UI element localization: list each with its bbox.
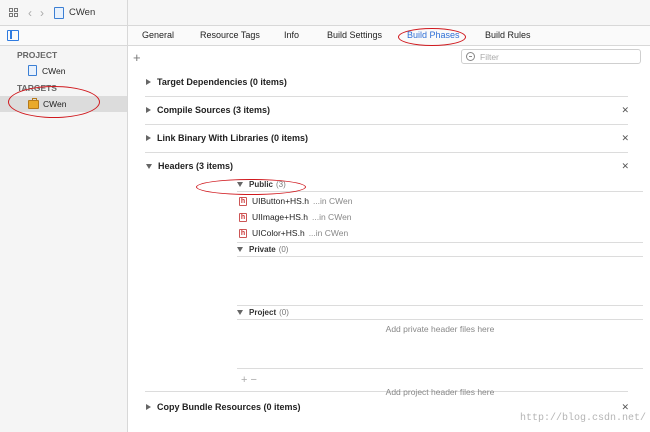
divider bbox=[237, 305, 643, 306]
header-file-row[interactable]: h UIColor+HS.h ...in CWen bbox=[239, 228, 348, 238]
build-phases-editor: + Filter Target Dependencies (0 items) C… bbox=[128, 46, 650, 432]
annotation-circle-target bbox=[8, 86, 100, 118]
filter-icon bbox=[466, 52, 475, 61]
delete-phase-icon[interactable]: ✕ bbox=[621, 402, 629, 413]
filter-field[interactable]: Filter bbox=[461, 49, 641, 64]
phase-target-dependencies: Target Dependencies (0 items) bbox=[145, 68, 628, 97]
tab-build-rules[interactable]: Build Rules bbox=[485, 30, 531, 40]
project-section-header: PROJECT bbox=[17, 50, 58, 60]
private-label: Private bbox=[249, 245, 276, 254]
watermark: http://blog.csdn.net/ bbox=[519, 413, 646, 424]
private-placeholder: Add private header files here bbox=[385, 324, 495, 334]
project-file-icon bbox=[28, 65, 37, 76]
project-file-icon bbox=[54, 6, 64, 19]
disclosure-down-icon[interactable] bbox=[237, 310, 243, 315]
disclosure-right-icon[interactable] bbox=[146, 135, 151, 141]
divider bbox=[237, 256, 643, 257]
header-file-row[interactable]: h UIButton+HS.h ...in CWen bbox=[239, 196, 352, 206]
tab-info[interactable]: Info bbox=[284, 30, 299, 40]
private-headers-header[interactable]: Private (0) bbox=[237, 245, 642, 254]
header-file-name: UIColor+HS.h bbox=[252, 228, 305, 238]
project-headers-group: Project (0) bbox=[237, 308, 642, 317]
phase-header[interactable]: Copy Bundle Resources (0 items) bbox=[146, 402, 301, 412]
forward-arrow-icon[interactable]: › bbox=[40, 6, 44, 20]
header-file-name: UIButton+HS.h bbox=[252, 196, 309, 206]
tab-build-settings[interactable]: Build Settings bbox=[327, 30, 382, 40]
phase-title: Compile Sources (3 items) bbox=[157, 105, 271, 115]
phase-link-binary: Link Binary With Libraries (0 items) ✕ bbox=[145, 125, 629, 153]
phase-title: Target Dependencies (0 items) bbox=[157, 77, 287, 87]
filter-placeholder: Filter bbox=[480, 51, 499, 62]
header-file-icon: h bbox=[239, 196, 247, 206]
divider bbox=[237, 368, 643, 369]
phase-compile-sources: Compile Sources (3 items) ✕ bbox=[145, 97, 629, 125]
private-count: (0) bbox=[278, 245, 289, 254]
delete-phase-icon[interactable]: ✕ bbox=[621, 133, 629, 144]
private-headers-group: Private (0) bbox=[237, 245, 642, 254]
sidebar-toggle-icon[interactable] bbox=[7, 30, 19, 41]
editor-tab-bar: General Resource Tags Info Build Setting… bbox=[0, 26, 650, 46]
project-item-cwen[interactable]: CWen bbox=[28, 65, 65, 76]
phase-header[interactable]: Link Binary With Libraries (0 items) bbox=[146, 133, 308, 143]
phase-title: Headers (3 items) bbox=[158, 161, 234, 171]
phase-title: Link Binary With Libraries (0 items) bbox=[157, 133, 308, 143]
delete-phase-icon[interactable]: ✕ bbox=[621, 105, 629, 116]
header-file-location: ...in CWen bbox=[308, 228, 349, 238]
annotation-circle-build-phases bbox=[398, 28, 466, 46]
tab-resource-tags[interactable]: Resource Tags bbox=[200, 30, 260, 40]
divider bbox=[237, 242, 643, 243]
header-file-location: ...in CWen bbox=[312, 212, 352, 222]
divider bbox=[237, 319, 643, 320]
header-file-icon: h bbox=[239, 228, 247, 238]
disclosure-right-icon[interactable] bbox=[146, 107, 151, 113]
delete-phase-icon[interactable]: ✕ bbox=[621, 161, 629, 172]
back-arrow-icon[interactable]: ‹ bbox=[28, 6, 32, 20]
project-label: Project bbox=[249, 308, 277, 317]
phase-header[interactable]: Headers (3 items) bbox=[146, 161, 233, 171]
disclosure-down-icon[interactable] bbox=[237, 247, 243, 252]
disclosure-down-icon[interactable] bbox=[146, 163, 152, 169]
phase-header[interactable]: Target Dependencies (0 items) bbox=[146, 77, 287, 87]
project-count: (0) bbox=[279, 308, 289, 317]
phase-header[interactable]: Compile Sources (3 items) bbox=[146, 105, 270, 115]
tab-general[interactable]: General bbox=[142, 30, 174, 40]
header-file-row[interactable]: h UIImage+HS.h ...in CWen bbox=[239, 212, 352, 222]
add-build-phase-button[interactable]: + bbox=[133, 50, 141, 65]
related-items-icon[interactable] bbox=[9, 8, 18, 17]
project-item-label: CWen bbox=[42, 65, 66, 76]
jump-bar: ‹ › CWen bbox=[0, 0, 650, 26]
project-headers-header[interactable]: Project (0) bbox=[237, 308, 642, 317]
disclosure-right-icon[interactable] bbox=[146, 404, 151, 410]
jump-bar-title[interactable]: CWen bbox=[69, 7, 95, 18]
add-remove-header-buttons[interactable]: + − bbox=[241, 374, 257, 386]
disclosure-right-icon[interactable] bbox=[146, 79, 151, 85]
header-file-name: UIImage+HS.h bbox=[252, 212, 308, 222]
header-file-location: ...in CWen bbox=[312, 196, 353, 206]
phase-title: Copy Bundle Resources (0 items) bbox=[157, 402, 301, 412]
header-file-icon: h bbox=[239, 212, 247, 222]
annotation-circle-public bbox=[196, 179, 306, 195]
